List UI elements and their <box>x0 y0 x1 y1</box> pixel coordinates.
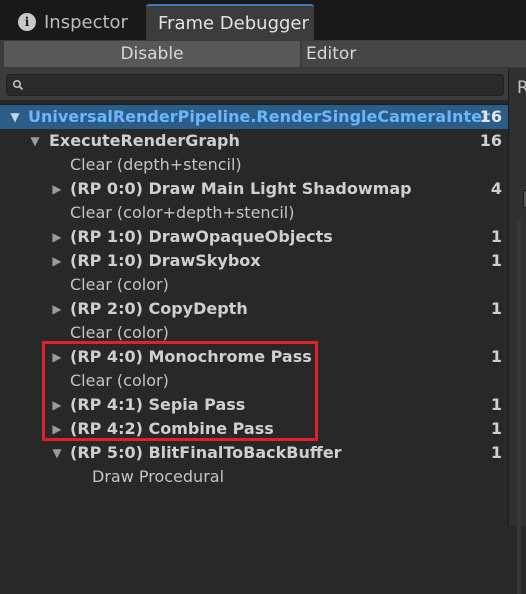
tree-row-count: 1 <box>490 395 502 414</box>
search-row <box>0 68 526 100</box>
tree-row-label: UniversalRenderPipeline.RenderSingleCame… <box>28 107 490 126</box>
tab-inspector-label: Inspector <box>44 11 128 33</box>
tree-row[interactable]: ▶ (RP 0:0) Draw Main Light Shadowmap 4 <box>0 177 508 201</box>
tree-row-label: ExecuteRenderGraph <box>49 131 240 150</box>
tree-row-count: 16 <box>479 107 502 126</box>
tab-frame-debugger-label: Frame Debugger <box>158 12 309 34</box>
tree-row-label: Clear (color) <box>70 323 169 342</box>
tree-row[interactable]: ▶ (RP 1:0) DrawOpaqueObjects 1 <box>0 225 508 249</box>
collapsed-arrow-icon[interactable]: ▶ <box>50 297 64 321</box>
tree-row[interactable]: ▼ (RP 5:0) BlitFinalToBackBuffer 1 <box>0 441 508 465</box>
tree-row[interactable]: Clear (color) <box>0 369 508 393</box>
tree-row-root[interactable]: ▼ UniversalRenderPipeline.RenderSingleCa… <box>0 105 508 129</box>
tree-row-count: 1 <box>490 227 502 246</box>
tree-row-label: Draw Procedural <box>92 467 225 486</box>
tree-row-count: 16 <box>479 131 502 150</box>
collapsed-arrow-icon[interactable]: ▶ <box>50 345 64 369</box>
event-tree: ▼ UniversalRenderPipeline.RenderSingleCa… <box>0 104 508 526</box>
tree-row[interactable]: Clear (depth+stencil) <box>0 153 508 177</box>
expand-arrow-icon[interactable]: ▼ <box>8 105 22 129</box>
details-panel-scrollbar[interactable] <box>517 220 521 594</box>
expand-arrow-icon[interactable]: ▼ <box>28 129 42 153</box>
tree-row[interactable]: ▶ (RP 1:0) DrawSkybox 1 <box>0 249 508 273</box>
tree-row-label: Clear (color) <box>70 275 169 294</box>
tree-row-count: 1 <box>490 299 502 318</box>
tree-row[interactable]: Clear (color) <box>0 273 508 297</box>
tree-row[interactable]: ▶ (RP 4:2) Combine Pass 1 <box>0 417 508 441</box>
info-icon: i <box>18 13 36 31</box>
tree-row[interactable]: ▶ (RP 4:1) Sepia Pass 1 <box>0 393 508 417</box>
tree-row-label: Clear (color+depth+stencil) <box>70 203 295 222</box>
tree-row[interactable]: Clear (color) <box>0 321 508 345</box>
tree-row-count: 4 <box>490 179 502 198</box>
search-input[interactable] <box>6 74 504 96</box>
details-panel-label: R <box>517 78 526 98</box>
tree-row-label: Clear (depth+stencil) <box>70 155 242 174</box>
tree-row-count: 1 <box>490 419 502 438</box>
tree-row[interactable]: ▼ ExecuteRenderGraph 16 <box>0 129 508 153</box>
disable-button[interactable]: Disable <box>4 41 300 67</box>
collapsed-arrow-icon[interactable]: ▶ <box>50 393 64 417</box>
collapsed-arrow-icon[interactable]: ▶ <box>50 249 64 273</box>
collapsed-arrow-icon[interactable]: ▶ <box>50 417 64 441</box>
tree-row-label: (RP 0:0) Draw Main Light Shadowmap <box>70 179 412 198</box>
tree-row-label: (RP 4:2) Combine Pass <box>70 419 274 438</box>
tree-row-count: 1 <box>490 347 502 366</box>
tree-row[interactable]: ▶ (RP 4:0) Monochrome Pass 1 <box>0 345 508 369</box>
tab-frame-debugger[interactable]: Frame Debugger <box>146 4 314 40</box>
tree-row[interactable]: Clear (color+depth+stencil) <box>0 201 508 225</box>
tree-row-label: (RP 4:0) Monochrome Pass <box>70 347 312 366</box>
target-dropdown[interactable]: Editor <box>302 41 526 67</box>
tree-row-label: (RP 2:0) CopyDepth <box>70 299 248 318</box>
tree-row-count: 1 <box>490 443 502 462</box>
tree-row[interactable]: Draw Procedural <box>0 465 508 489</box>
collapsed-arrow-icon[interactable]: ▶ <box>50 225 64 249</box>
tree-row[interactable]: ▶ (RP 2:0) CopyDepth 1 <box>0 297 508 321</box>
tab-inspector[interactable]: i Inspector <box>10 4 142 40</box>
tree-row-label: (RP 1:0) DrawOpaqueObjects <box>70 227 333 246</box>
tree-row-label: (RP 5:0) BlitFinalToBackBuffer <box>70 443 342 462</box>
search-icon <box>12 79 24 91</box>
toolbar: Disable Editor <box>0 40 526 68</box>
expand-arrow-icon[interactable]: ▼ <box>50 441 64 465</box>
tree-row-label: (RP 1:0) DrawSkybox <box>70 251 261 270</box>
tree-row-label: (RP 4:1) Sepia Pass <box>70 395 246 414</box>
tree-row-count: 1 <box>490 251 502 270</box>
tree-row-label: Clear (color) <box>70 371 169 390</box>
tab-bar: i Inspector Frame Debugger <box>0 0 526 40</box>
event-details-panel: R <box>508 68 526 594</box>
collapsed-arrow-icon[interactable]: ▶ <box>50 177 64 201</box>
